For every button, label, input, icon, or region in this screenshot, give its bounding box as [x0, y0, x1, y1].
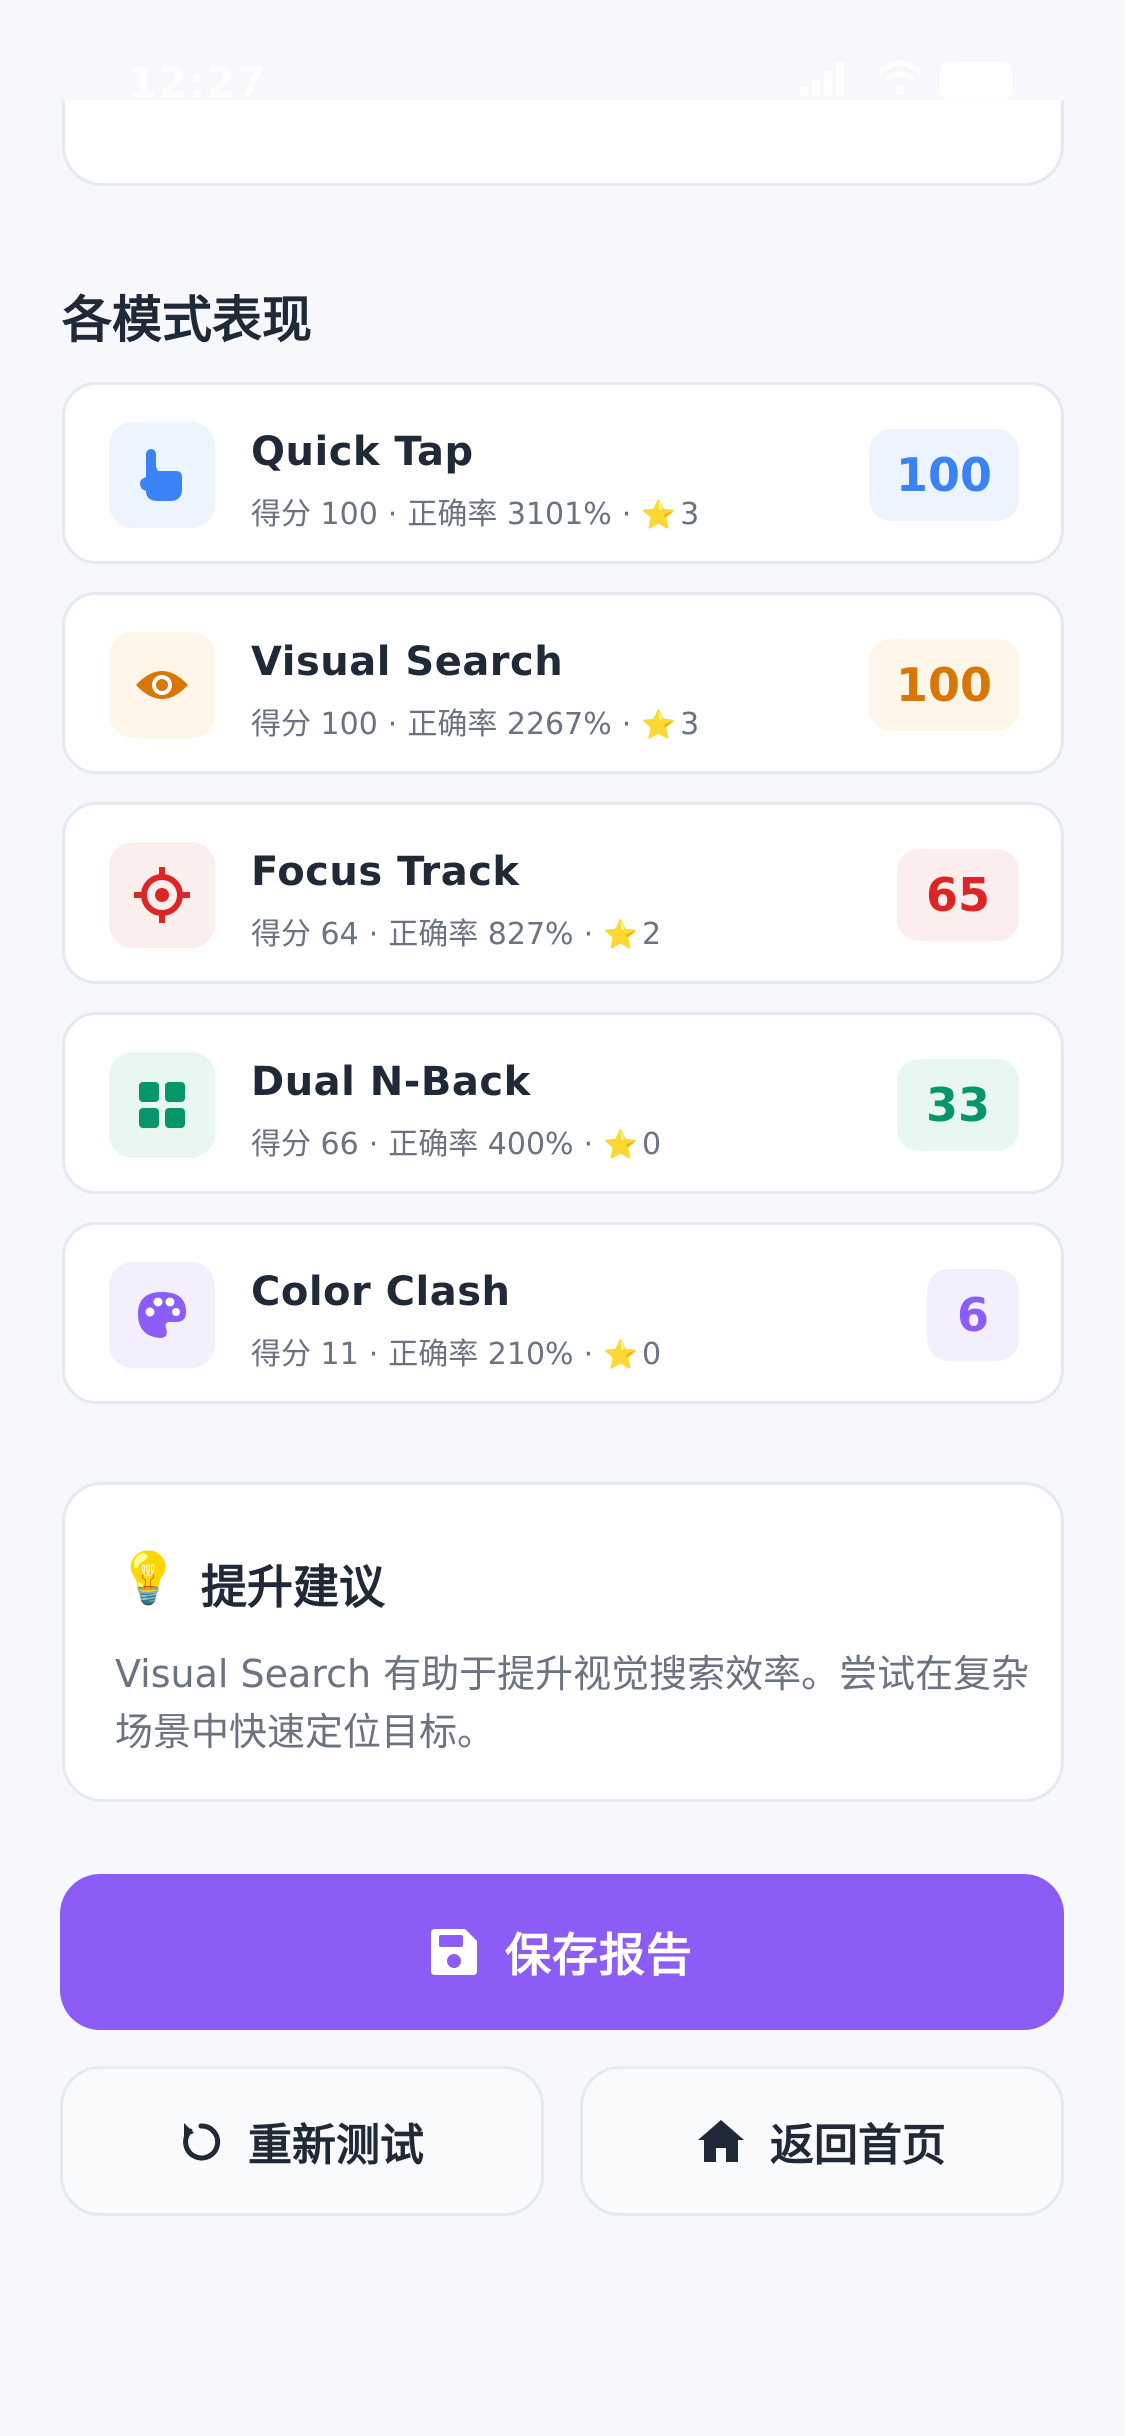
mode-icon-box	[109, 842, 215, 948]
score-badge: 100	[869, 639, 1019, 731]
mode-name: Visual Search	[251, 639, 564, 685]
mode-accuracy: 正确率 2267%	[407, 707, 612, 742]
tip-text: Visual Search 有助于提升视觉搜索效率。尝试在复杂场景中快速定位目标…	[115, 1652, 1030, 1754]
score-badge: 6	[927, 1269, 1019, 1361]
crosshair-icon	[134, 867, 190, 923]
mode-stats: 得分 100 · 正确率 3101% · ⭐ 3	[251, 497, 700, 532]
home-label: 返回首页	[770, 2120, 946, 2171]
mode-icon-box	[109, 422, 215, 528]
mode-score: 得分 100	[251, 497, 378, 532]
mode-stats: 得分 66 · 正确率 400% · ⭐ 0	[251, 1127, 662, 1162]
mode-accuracy: 正确率 3101%	[407, 497, 612, 532]
wifi-icon	[878, 60, 922, 95]
mode-stats: 得分 11 · 正确率 210% · ⭐ 0	[251, 1337, 662, 1372]
mode-icon-box	[109, 1262, 215, 1368]
star-icon: ⭐	[641, 708, 677, 741]
tip-title: 提升建议	[201, 1560, 385, 1614]
mode-stars: 2	[642, 917, 662, 952]
save-report-button[interactable]: 保存报告	[60, 1874, 1064, 2030]
mode-score: 得分 64	[251, 917, 359, 952]
mode-card-dual-n-back[interactable]: Dual N-Back 得分 66 · 正确率 400% · ⭐ 0 33	[62, 1012, 1064, 1194]
score-badge: 100	[869, 429, 1019, 521]
mode-name: Dual N-Back	[251, 1059, 531, 1105]
summary-card-bottom	[62, 100, 1064, 186]
refresh-icon	[183, 2123, 221, 2161]
mode-score: 得分 100	[251, 707, 378, 742]
section-title: 各模式表现	[62, 291, 312, 349]
save-report-label: 保存报告	[505, 1928, 693, 1982]
score-badge: 33	[897, 1059, 1019, 1151]
mode-score: 得分 11	[251, 1337, 359, 1372]
mode-score: 得分 66	[251, 1127, 359, 1162]
tip-card: 💡 提升建议 Visual Search 有助于提升视觉搜索效率。尝试在复杂场景…	[62, 1482, 1064, 1802]
mode-accuracy: 正确率 827%	[388, 917, 574, 952]
mode-stars: 3	[680, 497, 700, 532]
mode-stars: 0	[642, 1127, 662, 1162]
mode-icon-box	[109, 1052, 215, 1158]
mode-icon-box	[109, 632, 215, 738]
mode-card-color-clash[interactable]: Color Clash 得分 11 · 正确率 210% · ⭐ 0 6	[62, 1222, 1064, 1404]
mode-accuracy: 正确率 400%	[388, 1127, 574, 1162]
mode-stars: 3	[680, 707, 700, 742]
retest-button[interactable]: 重新测试	[60, 2066, 544, 2216]
mode-stats: 得分 64 · 正确率 827% · ⭐ 2	[251, 917, 662, 952]
signal-icon	[800, 62, 844, 96]
star-icon: ⭐	[603, 918, 638, 951]
floppy-disk-icon	[431, 1929, 477, 1975]
grid-icon	[139, 1082, 185, 1128]
score-badge: 65	[897, 849, 1019, 941]
star-icon: ⭐	[603, 1338, 638, 1371]
star-icon: ⭐	[603, 1128, 638, 1161]
lightbulb-icon: 💡	[117, 1549, 180, 1607]
mode-name: Color Clash	[251, 1269, 511, 1315]
mode-name: Focus Track	[251, 849, 520, 895]
mode-name: Quick Tap	[251, 429, 474, 475]
mode-stars: 0	[642, 1337, 662, 1372]
hand-tap-icon	[140, 449, 182, 501]
mode-card-visual-search[interactable]: Visual Search 得分 100 · 正确率 2267% · ⭐ 3 100	[62, 592, 1064, 774]
mode-stats: 得分 100 · 正确率 2267% · ⭐ 3	[251, 707, 700, 742]
star-icon: ⭐	[641, 498, 677, 531]
eye-icon	[136, 671, 188, 699]
palette-icon	[138, 1292, 186, 1338]
battery-icon	[940, 62, 1012, 100]
home-icon	[698, 2120, 744, 2162]
mode-accuracy: 正确率 210%	[388, 1337, 574, 1372]
retest-label: 重新测试	[248, 2120, 424, 2171]
mode-card-quick-tap[interactable]: Quick Tap 得分 100 · 正确率 3101% · ⭐ 3 100	[62, 382, 1064, 564]
home-button[interactable]: 返回首页	[580, 2066, 1064, 2216]
mode-card-focus-track[interactable]: Focus Track 得分 64 · 正确率 827% · ⭐ 2 65	[62, 802, 1064, 984]
